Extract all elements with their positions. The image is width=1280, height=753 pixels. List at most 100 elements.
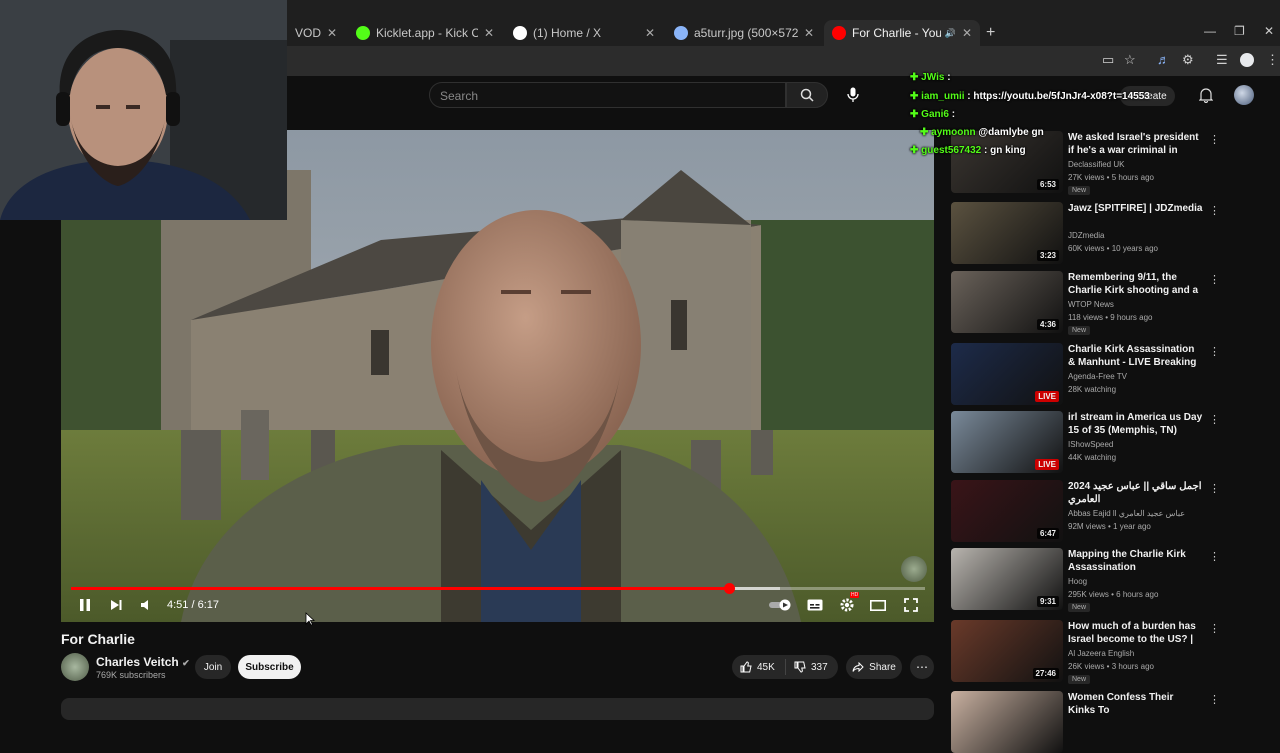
- tab-close-icon[interactable]: ✕: [804, 26, 814, 40]
- profile-avatar[interactable]: [1240, 53, 1254, 67]
- tab-1[interactable]: Kicklet.app - Kick Chatbot and ✕: [348, 20, 502, 46]
- browser-menu-icon[interactable]: ⋮: [1266, 52, 1279, 68]
- pause-button[interactable]: [77, 596, 93, 614]
- install-icon[interactable]: ▭: [1102, 52, 1114, 68]
- duration-badge: 9:31: [1036, 596, 1059, 607]
- recommendation-item[interactable]: 6:47 2024 اجمل ساقي || عباس عجيد العامري A…: [951, 480, 1251, 542]
- tab-search-icon[interactable]: ☰: [1216, 52, 1228, 68]
- voice-search-button[interactable]: [840, 82, 866, 108]
- minimize-button[interactable]: —: [1204, 24, 1216, 38]
- volume-button[interactable]: [138, 596, 154, 614]
- join-button[interactable]: Join: [195, 655, 231, 679]
- subtitles-button[interactable]: [806, 596, 824, 614]
- theater-mode-button[interactable]: [869, 596, 887, 614]
- recommendation-meta: 44K watching: [1068, 453, 1117, 462]
- close-window-button[interactable]: ✕: [1264, 24, 1274, 38]
- chat-username: aymoonn: [931, 127, 976, 138]
- more-options-icon[interactable]: ⋮: [1209, 345, 1220, 358]
- recommendation-title: Remembering 9/11, the Charlie Kirk shoot…: [1068, 272, 1199, 296]
- autoplay-toggle[interactable]: [768, 596, 794, 614]
- tab-close-icon[interactable]: ✕: [484, 26, 494, 40]
- recommendation-thumbnail[interactable]: 4:36: [951, 271, 1063, 333]
- tab-4[interactable]: For Charlie - YouTube 🔊 ✕: [824, 20, 980, 46]
- extensions-icon[interactable]: ⚙: [1182, 52, 1194, 68]
- more-options-icon[interactable]: ⋮: [1209, 133, 1220, 146]
- more-options-icon[interactable]: ⋮: [1209, 482, 1220, 495]
- more-options-icon[interactable]: ⋮: [1209, 413, 1220, 426]
- chat-message: ✚ JWis :: [910, 72, 951, 83]
- more-actions-button[interactable]: ⋯: [910, 655, 934, 679]
- description-box[interactable]: [61, 698, 934, 720]
- chat-message: ✚ aymoonn @damlybe gn: [920, 127, 1044, 138]
- tab-title: For Charlie - YouTube: [852, 26, 941, 40]
- duration-badge: 6:53: [1036, 179, 1059, 190]
- channel-name-text: Charles Veitch: [96, 655, 179, 669]
- recommendation-thumbnail[interactable]: 27:46: [951, 620, 1063, 682]
- recommendation-thumbnail[interactable]: 6:47: [951, 480, 1063, 542]
- recommendation-thumbnail[interactable]: 6:53: [951, 131, 1063, 193]
- new-badge: New: [1068, 675, 1091, 684]
- channel-avatar[interactable]: [61, 653, 89, 681]
- recommendation-item[interactable]: 6:53 We asked Israel's president if he's …: [951, 131, 1251, 195]
- fullscreen-button[interactable]: [902, 596, 920, 614]
- live-badge: LIVE: [1035, 459, 1059, 470]
- live-badge: LIVE: [1035, 391, 1059, 402]
- recommendation-item[interactable]: LIVE Charlie Kirk Assassination & Manhunt…: [951, 343, 1251, 405]
- search-input[interactable]: Search: [429, 82, 786, 108]
- more-options-icon[interactable]: ⋮: [1209, 693, 1220, 706]
- recommendation-thumbnail[interactable]: LIVE: [951, 411, 1063, 473]
- recommendation-item[interactable]: Women Confess Their Kinks To ⋮: [951, 691, 1251, 753]
- media-icon[interactable]: ♬: [1157, 52, 1170, 67]
- maximize-button[interactable]: ❐: [1234, 24, 1245, 38]
- tab-3[interactable]: a5turr.jpg (500×572) ✕: [666, 20, 822, 46]
- recommendation-channel: WTOP News: [1068, 300, 1114, 309]
- recommendation-thumbnail[interactable]: [951, 691, 1063, 753]
- recommendation-title: irl stream in America us Day 15 of 35 (M…: [1068, 412, 1203, 436]
- subscribe-button[interactable]: Subscribe: [238, 655, 301, 679]
- notifications-button[interactable]: [1198, 87, 1214, 108]
- recommendation-channel: Agenda-Free TV: [1068, 372, 1127, 381]
- share-button[interactable]: Share: [846, 655, 902, 679]
- recommendation-title: Mapping the Charlie Kirk Assassination: [1068, 549, 1186, 573]
- search-button[interactable]: [786, 82, 828, 108]
- recommendation-thumbnail[interactable]: 3:23: [951, 202, 1063, 264]
- channel-name[interactable]: Charles Veitch ✔: [96, 655, 190, 669]
- tab-close-icon[interactable]: ✕: [327, 26, 337, 40]
- channel-watermark[interactable]: [901, 556, 927, 582]
- tab-2[interactable]: (1) Home / X ✕: [505, 20, 663, 46]
- kick-badge-icon: ✚: [910, 72, 922, 83]
- tab-close-icon[interactable]: ✕: [645, 26, 655, 40]
- dislike-count: 337: [811, 661, 828, 673]
- dislike-button[interactable]: 337: [786, 661, 828, 673]
- recommendation-item[interactable]: 27:46 How much of a burden has Israel bec…: [951, 620, 1251, 684]
- time-display: 4:51 / 6:17: [167, 599, 219, 611]
- like-button[interactable]: 45K: [732, 659, 786, 675]
- bookmark-star-icon[interactable]: ☆: [1124, 52, 1136, 68]
- recommendation-thumbnail[interactable]: LIVE: [951, 343, 1063, 405]
- recommendation-item[interactable]: 4:36 Remembering 9/11, the Charlie Kirk s…: [951, 271, 1251, 335]
- tab-audio-icon[interactable]: 🔊: [945, 28, 956, 39]
- search-icon: [800, 88, 814, 102]
- account-avatar[interactable]: [1234, 85, 1254, 105]
- chat-message: ✚ Gani6 :: [910, 109, 955, 120]
- more-options-icon[interactable]: ⋮: [1209, 204, 1220, 217]
- kick-badge-icon: ✚: [920, 127, 932, 138]
- recommendation-channel: JDZmedia: [1068, 231, 1105, 240]
- more-options-icon[interactable]: ⋮: [1209, 273, 1220, 286]
- recommendation-thumbnail[interactable]: 9:31: [951, 548, 1063, 610]
- mouse-cursor-icon: [305, 612, 316, 631]
- more-options-icon[interactable]: ⋮: [1209, 550, 1220, 563]
- duration-badge: 4:36: [1036, 319, 1059, 330]
- recommendation-meta: 28K watching: [1068, 385, 1117, 394]
- recommendation-item[interactable]: LIVE irl stream in America us Day 15 of 3…: [951, 411, 1251, 473]
- next-button[interactable]: [108, 596, 124, 614]
- progress-scrubber[interactable]: [724, 583, 735, 594]
- tab-favicon-icon: [513, 26, 527, 40]
- recommendation-item[interactable]: 9:31 Mapping the Charlie Kirk Assassinati…: [951, 548, 1251, 612]
- new-tab-button[interactable]: +: [986, 24, 995, 42]
- tab-0[interactable]: VOD on ✕: [287, 20, 345, 46]
- recommendation-item[interactable]: 3:23 Jawz [SPITFIRE] | JDZmedia JDZmedia 60…: [951, 202, 1251, 264]
- more-options-icon[interactable]: ⋮: [1209, 622, 1220, 635]
- settings-button[interactable]: HD: [838, 592, 860, 614]
- tab-close-icon[interactable]: ✕: [962, 26, 972, 40]
